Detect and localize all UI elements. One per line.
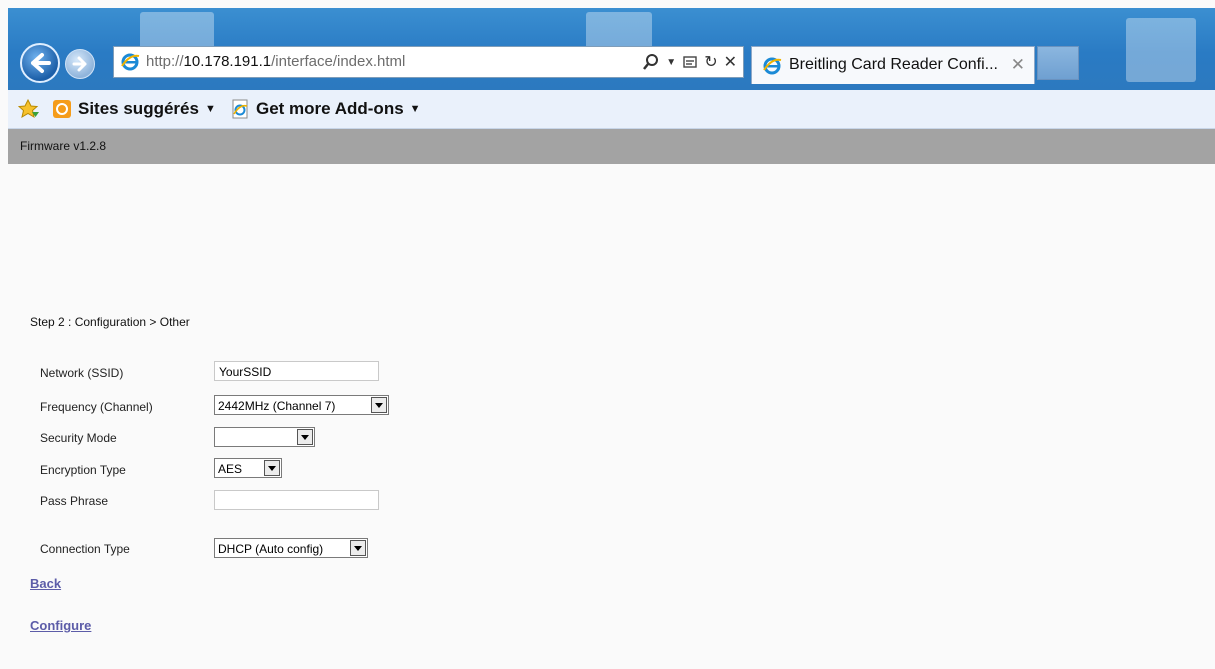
chevron-down-icon: ▼: [204, 103, 216, 115]
background-thumbnail: [586, 12, 652, 50]
connection-label: Connection Type: [40, 542, 130, 556]
back-nav-button[interactable]: [20, 43, 60, 83]
tab-title: Breitling Card Reader Confi...: [789, 56, 998, 73]
dropdown-icon[interactable]: ▼: [666, 57, 676, 68]
address-url: http://10.178.191.1/interface/index.html: [146, 53, 405, 70]
ie-logo-icon: [763, 57, 782, 75]
configure-link[interactable]: Configure: [30, 618, 91, 633]
ie-logo-icon: [121, 53, 140, 71]
connection-value: DHCP (Auto config): [218, 542, 324, 556]
chevron-down-icon[interactable]: [264, 460, 280, 476]
connection-type-select[interactable]: DHCP (Auto config): [214, 538, 368, 558]
favorites-bar: Sites suggérés ▼ Get more Add-ons ▼: [8, 90, 1215, 129]
frequency-label: Frequency (Channel): [40, 400, 153, 414]
network-label: Network (SSID): [40, 366, 124, 380]
passphrase-label: Pass Phrase: [40, 494, 109, 508]
chevron-down-icon: ▼: [409, 103, 421, 115]
url-prefix: http://: [146, 53, 184, 70]
url-host: 10.178.191.1: [183, 53, 272, 70]
tab-breitling[interactable]: Breitling Card Reader Confi... ✕: [751, 46, 1035, 84]
new-tab-button[interactable]: [1037, 46, 1079, 80]
security-label: Security Mode: [40, 431, 117, 445]
encryption-value: AES: [218, 462, 243, 476]
background-thumbnail: [140, 12, 214, 50]
fav-sites-label: Sites suggérés: [78, 99, 199, 118]
arrow-left-icon: [31, 53, 51, 73]
firmware-version: Firmware v1.2.8: [20, 139, 107, 153]
fav-sites-suggeres[interactable]: Sites suggérés ▼: [52, 90, 216, 128]
ie-page-icon: [232, 99, 248, 119]
chevron-down-icon[interactable]: [297, 429, 313, 445]
chevron-down-icon[interactable]: [371, 397, 387, 413]
url-path: /interface/index.html: [271, 53, 406, 70]
compat-view-icon[interactable]: [682, 54, 698, 70]
frequency-value: 2442MHz (Channel 7): [218, 399, 336, 413]
arrow-right-icon: [72, 56, 87, 72]
forward-nav-button[interactable]: [65, 49, 95, 79]
address-tools: ▼ ↻ ✕: [642, 52, 737, 72]
back-link[interactable]: Back: [30, 576, 61, 591]
ssid-input[interactable]: YourSSID: [214, 361, 379, 381]
encryption-label: Encryption Type: [40, 463, 126, 477]
page-content: Step 2 : Configuration > Other Network (…: [0, 164, 1215, 669]
suggested-sites-icon: [53, 100, 71, 118]
frequency-select[interactable]: 2442MHz (Channel 7): [214, 395, 389, 415]
security-mode-select[interactable]: [214, 427, 315, 447]
favorites-star-icon[interactable]: [18, 99, 40, 119]
refresh-icon[interactable]: ↻: [704, 52, 717, 72]
encryption-type-select[interactable]: AES: [214, 458, 282, 478]
stop-icon[interactable]: ✕: [724, 52, 737, 72]
step-title: Step 2 : Configuration > Other: [30, 315, 190, 329]
background-thumbnail: [1126, 18, 1196, 82]
firmware-bar: Firmware v1.2.8: [8, 129, 1215, 164]
passphrase-input[interactable]: [214, 490, 379, 510]
chevron-down-icon[interactable]: [350, 540, 366, 556]
address-bar[interactable]: http://10.178.191.1/interface/index.html…: [113, 46, 744, 78]
tab-close-icon[interactable]: ✕: [1011, 55, 1025, 75]
search-icon[interactable]: [642, 53, 660, 71]
fav-addons-label: Get more Add-ons: [256, 99, 404, 118]
fav-get-addons[interactable]: Get more Add-ons ▼: [230, 90, 421, 128]
